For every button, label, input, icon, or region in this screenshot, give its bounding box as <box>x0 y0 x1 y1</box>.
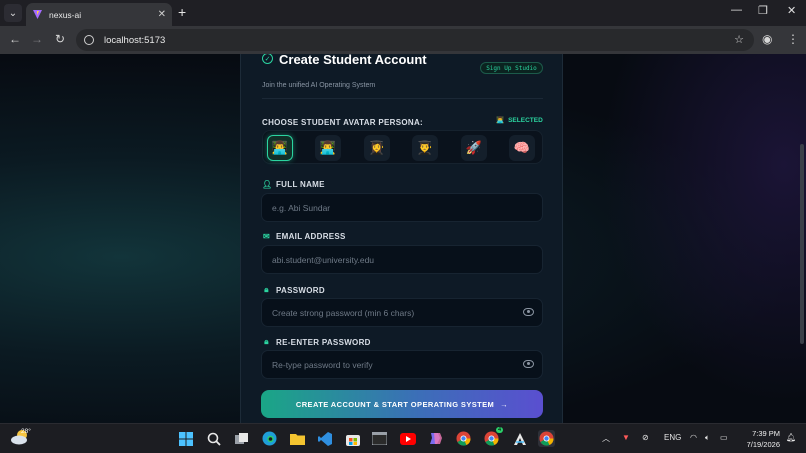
forward-icon[interactable]: → <box>29 32 45 46</box>
reload-icon[interactable]: ↻ <box>52 32 68 46</box>
terminal-icon[interactable] <box>371 430 388 447</box>
reenter-password-input[interactable] <box>272 359 512 370</box>
battery-icon[interactable]: ▭ <box>720 433 728 442</box>
page-title: Create Student Account <box>279 54 427 67</box>
avatar-option-student-male[interactable]: 👨‍🎓 <box>412 135 438 161</box>
arc-app-icon[interactable] <box>511 430 528 447</box>
avatar-option-developer[interactable]: 👨‍💻 <box>315 135 341 161</box>
password-input[interactable] <box>272 307 512 318</box>
password-label-text: PASSWORD <box>276 285 325 295</box>
user-icon: 👤︎ <box>262 180 273 189</box>
browser-tab[interactable]: nexus-ai ✕ <box>26 3 172 26</box>
avatar-option-brain[interactable]: 🧠 <box>509 135 535 161</box>
selected-avatar-icon: 👨‍💻 <box>496 117 505 124</box>
show-password-eye-icon[interactable] <box>523 360 534 368</box>
arrow-right-icon: → <box>500 399 509 409</box>
check-circle-icon: ✓ <box>262 54 273 64</box>
vscode-icon[interactable] <box>316 430 333 447</box>
chevron-up-icon[interactable]: ︿ <box>602 433 610 444</box>
full-name-label-text: FULL NAME <box>276 180 325 189</box>
show-password-eye-icon[interactable] <box>523 308 534 316</box>
email-label: ✉ EMAIL ADDRESS <box>262 232 346 241</box>
email-label-text: EMAIL ADDRESS <box>276 232 346 241</box>
page-scrollbar[interactable] <box>800 144 804 344</box>
youtube-icon[interactable] <box>399 430 416 447</box>
profile-icon[interactable]: ◉ <box>762 32 772 46</box>
search-icon[interactable] <box>205 430 222 447</box>
system-clock[interactable]: 7:39 PM 7/19/2026 <box>742 428 780 450</box>
site-info-icon[interactable] <box>84 35 94 45</box>
address-bar[interactable]: localhost:5173 ☆ <box>76 29 754 51</box>
create-account-button[interactable]: CREATE ACCOUNT & START OPERATING SYSTEM … <box>261 390 543 418</box>
lock-icon: 🔒︎ <box>264 337 269 346</box>
weather-temperature: 28° <box>21 428 31 435</box>
email-field[interactable] <box>261 245 543 274</box>
tab-search-button[interactable]: ⌄ <box>4 4 22 22</box>
restore-button[interactable]: ❐ <box>758 4 768 17</box>
page-subtitle: Join the unified AI Operating System <box>262 82 376 89</box>
start-windows-icon[interactable] <box>177 430 194 447</box>
create-account-button-label: CREATE ACCOUNT & START OPERATING SYSTEM <box>295 399 495 409</box>
selected-label: SELECTED <box>508 116 543 124</box>
minimize-button[interactable]: — <box>731 4 742 16</box>
chrome-notification-badge: 4 <box>495 427 503 433</box>
chrome-active-icon[interactable] <box>538 430 555 447</box>
avatar-section-label: CHOOSE STUDENT AVATAR PERSONA: <box>262 118 424 127</box>
full-name-input[interactable] <box>272 202 512 213</box>
selected-indicator: 👨‍💻 SELECTED <box>496 116 543 125</box>
vite-logo-icon <box>32 9 43 20</box>
password-field[interactable] <box>261 298 543 327</box>
antivirus-icon[interactable]: ▼ <box>622 433 630 442</box>
full-name-field[interactable] <box>261 193 543 222</box>
language-indicator[interactable]: ENG <box>664 433 681 442</box>
clock-date: 7/19/2026 <box>746 440 780 449</box>
speaker-icon[interactable]: 🔈︎ <box>705 433 710 443</box>
avatar-option-rocket[interactable]: 🚀 <box>461 135 487 161</box>
weather-widget[interactable]: 28° <box>10 428 34 449</box>
full-name-label: 👤︎ FULL NAME <box>262 180 325 189</box>
tab-close-icon[interactable]: ✕ <box>158 9 166 20</box>
back-icon[interactable]: ← <box>7 32 23 46</box>
windows-taskbar: 28° 4 ︿ ▼ ⊘ ENG ◠ 🔈︎ ▭ 7:39 PM 7/19/2026… <box>0 423 806 453</box>
menu-kebab-icon[interactable]: ⋮ <box>787 32 799 46</box>
copilot-icon[interactable] <box>427 430 444 447</box>
wifi-icon[interactable]: ◠ <box>690 433 697 442</box>
avatar-option-student-female[interactable]: 👩‍🎓 <box>364 135 390 161</box>
reenter-password-label: 🔒︎ RE-ENTER PASSWORD <box>262 337 371 347</box>
url-text[interactable]: localhost:5173 <box>104 35 165 46</box>
task-view-icon[interactable] <box>233 430 250 447</box>
camera-off-icon[interactable]: ⊘ <box>642 433 649 442</box>
close-window-button[interactable]: ✕ <box>787 4 796 17</box>
chrome-profile-icon[interactable]: 4 <box>483 427 503 447</box>
new-tab-button[interactable]: + <box>178 5 186 19</box>
browser-toolbar: ← → ↻ localhost:5173 ☆ ◉ ⋮ <box>0 26 806 54</box>
lock-icon: 🔒︎ <box>264 285 269 294</box>
avatar-option-coder[interactable]: 👨‍💻 <box>267 135 293 161</box>
notification-bell-icon[interactable]: 🔔︎ <box>786 433 796 442</box>
bookmark-star-icon[interactable]: ☆ <box>734 33 744 46</box>
signup-studio-badge: Sign Up Studio <box>480 62 543 74</box>
reenter-password-field[interactable] <box>261 350 543 379</box>
header-divider <box>262 98 543 99</box>
chrome-icon[interactable] <box>455 430 472 447</box>
mail-icon: ✉ <box>262 232 270 241</box>
browser-tab-strip: ⌄ nexus-ai ✕ + — ❐ ✕ <box>0 0 806 26</box>
email-input[interactable] <box>272 254 512 265</box>
password-label: 🔒︎ PASSWORD <box>262 285 325 295</box>
microsoft-store-icon[interactable] <box>344 430 361 447</box>
tab-title: nexus-ai <box>49 9 82 20</box>
file-explorer-icon[interactable] <box>289 430 306 447</box>
avatar-picker: 👨‍💻 👨‍💻 👩‍🎓 👨‍🎓 🚀 🧠 <box>262 130 543 164</box>
reenter-password-label-text: RE-ENTER PASSWORD <box>276 337 371 347</box>
page-viewport: ✓ Create Student Account Sign Up Studio … <box>0 54 806 423</box>
signup-card: ✓ Create Student Account Sign Up Studio … <box>240 54 563 423</box>
clock-time: 7:39 PM <box>752 429 780 438</box>
edge-browser-icon[interactable] <box>261 430 278 447</box>
